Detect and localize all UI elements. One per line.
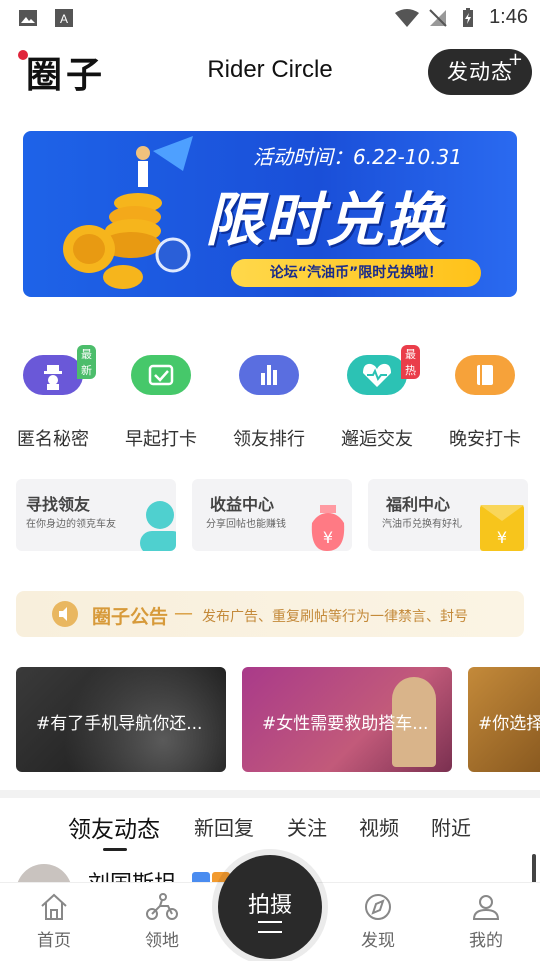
card-subtitle: 分享回帖也能赚钱 xyxy=(206,519,286,530)
announcement-text: 发布广告、重复刷帖等行为一律禁言、封号 xyxy=(202,609,468,625)
tab-following[interactable]: 关注 xyxy=(287,812,327,841)
coins-illustration xyxy=(63,136,193,289)
menu-icon xyxy=(258,921,282,933)
topic-card-navigation[interactable]: #有了手机导航你还... xyxy=(16,667,226,772)
banner-period: 活动时间：6.22-10.31 xyxy=(253,145,463,169)
category-anonymous[interactable]: 最新 匿名秘密 xyxy=(3,345,103,451)
tab-videos[interactable]: 视频 xyxy=(359,812,399,841)
nav-mine[interactable]: 我的 xyxy=(446,892,526,951)
gallery-icon xyxy=(19,10,37,26)
card-find-friends[interactable]: 寻找领友 在你身边的领克车友 xyxy=(16,479,176,551)
category-night-checkin[interactable]: 晚安打卡 xyxy=(435,350,535,451)
speaker-icon xyxy=(52,601,78,627)
topic-label: #女性需要救助搭车... xyxy=(262,714,429,734)
svg-text:¥: ¥ xyxy=(497,528,507,547)
home-icon xyxy=(41,893,67,920)
badge-new: 最新 xyxy=(77,345,96,379)
announcement-title: 圈子公告 xyxy=(92,606,169,628)
svg-text:A: A xyxy=(60,12,68,26)
font-icon: A xyxy=(55,9,73,27)
checkin-icon xyxy=(131,355,191,395)
card-earnings[interactable]: 收益中心 分享回帖也能赚钱 ¥ xyxy=(192,479,352,551)
nav-home[interactable]: 首页 xyxy=(14,892,94,951)
nav-label: 发现 xyxy=(361,931,395,951)
category-morning-checkin[interactable]: 早起打卡 xyxy=(111,350,211,451)
banner-subtitle: 论坛“汽油币”限时兑换啦！ xyxy=(231,259,481,287)
motorcycle-rider-icon xyxy=(146,893,178,920)
status-bar: A 1:46 xyxy=(0,0,540,36)
announcement-bar[interactable]: 圈子公告 — 发布广告、重复刷帖等行为一律禁言、封号 xyxy=(16,591,524,637)
compass-icon xyxy=(365,894,391,920)
tab-friend-feed[interactable]: 领友动态 xyxy=(68,810,160,844)
card-title: 收益中心 xyxy=(210,495,275,514)
no-signal-icon xyxy=(429,9,447,27)
battery-icon xyxy=(463,8,473,27)
category-dating[interactable]: 最热 邂逅交友 xyxy=(327,345,427,451)
tab-nearby[interactable]: 附近 xyxy=(431,812,471,841)
wifi-icon xyxy=(395,9,419,27)
card-welfare[interactable]: 福利中心 汽油币兑换有好礼 ¥ xyxy=(368,479,528,551)
topic-card-choice[interactable]: #你选择 xyxy=(468,667,540,772)
plus-icon: + xyxy=(507,49,524,70)
nav-label: 领地 xyxy=(145,931,179,951)
category-ranking[interactable]: 领友排行 xyxy=(219,350,319,451)
category-label: 领友排行 xyxy=(233,429,305,450)
announcement-dash: — xyxy=(174,602,193,624)
card-title: 福利中心 xyxy=(386,495,451,514)
bar-chart-icon xyxy=(239,355,299,395)
section-divider xyxy=(0,790,540,798)
spy-icon: 最新 xyxy=(23,345,96,395)
card-title: 寻找领友 xyxy=(26,495,91,514)
category-label: 早起打卡 xyxy=(125,429,197,450)
category-label: 邂逅交友 xyxy=(341,429,413,450)
topic-label: #你选择 xyxy=(478,714,540,734)
shoot-button[interactable]: 拍摄 xyxy=(218,855,322,959)
person-icon xyxy=(140,501,176,551)
active-tab-indicator xyxy=(103,848,127,851)
category-label: 晚安打卡 xyxy=(449,429,521,450)
card-subtitle: 在你身边的领克车友 xyxy=(26,519,116,530)
nav-label: 首页 xyxy=(37,931,71,951)
topic-card-rescue[interactable]: #女性需要救助搭车... xyxy=(242,667,452,772)
banner-headline: 限时兑换 xyxy=(205,186,446,254)
svg-text:¥: ¥ xyxy=(323,528,333,547)
category-label: 匿名秘密 xyxy=(17,429,89,450)
badge-hot: 最热 xyxy=(401,345,420,379)
nav-label: 我的 xyxy=(469,931,503,951)
money-bag-icon: ¥ xyxy=(311,505,345,551)
book-icon xyxy=(455,355,515,395)
topic-label: #有了手机导航你还... xyxy=(36,714,203,734)
promo-banner[interactable]: 活动时间：6.22-10.31 限时兑换 论坛“汽油币”限时兑换啦！ xyxy=(23,131,517,297)
red-envelope-icon: ¥ xyxy=(480,505,524,551)
heart-pulse-icon: 最热 xyxy=(347,345,420,395)
user-icon xyxy=(472,895,500,920)
post-button-label: 发动态 xyxy=(447,60,513,84)
scrollbar[interactable] xyxy=(532,854,536,884)
tab-new-replies[interactable]: 新回复 xyxy=(194,812,254,841)
nav-discover[interactable]: 发现 xyxy=(338,892,418,951)
nav-territory[interactable]: 领地 xyxy=(122,892,202,951)
post-button[interactable]: 发动态 + xyxy=(428,49,532,95)
status-time: 1:46 xyxy=(489,6,528,28)
shoot-label: 拍摄 xyxy=(247,893,292,918)
card-subtitle: 汽油币兑换有好礼 xyxy=(382,519,462,530)
